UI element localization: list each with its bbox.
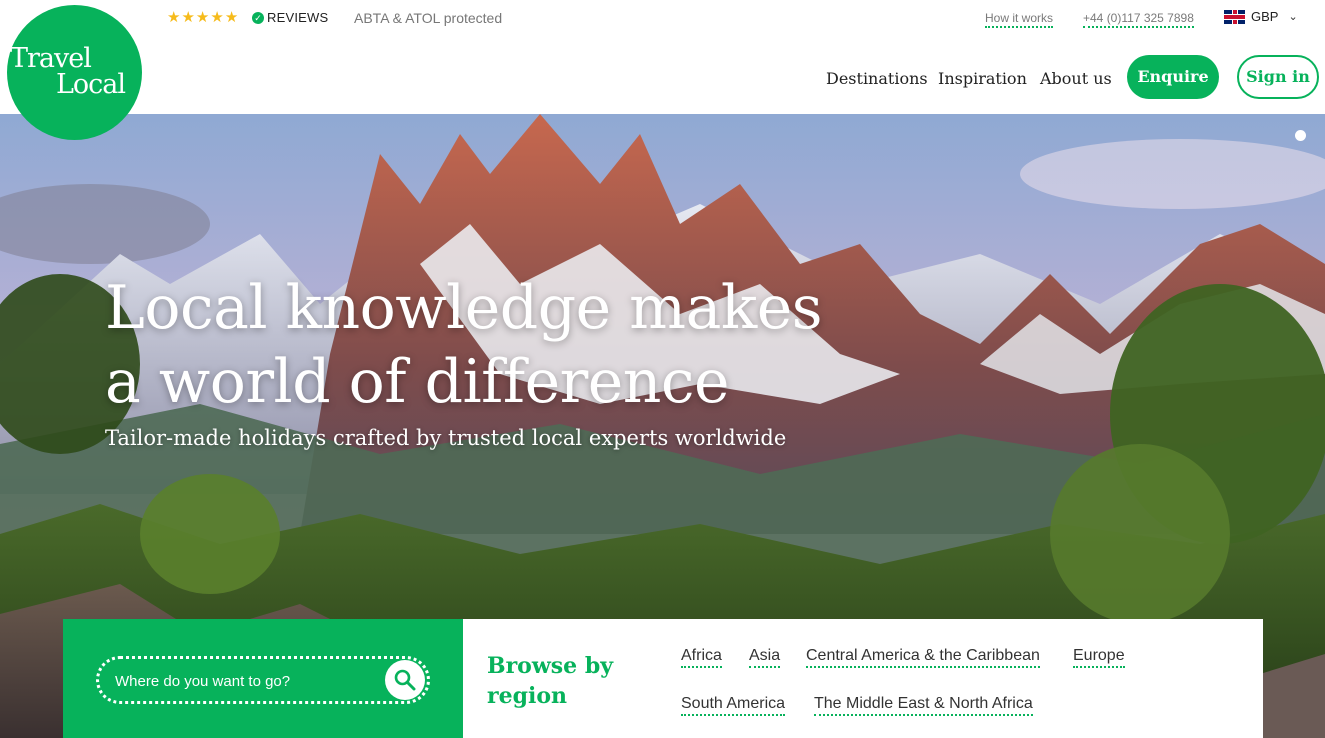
abta-atol-text: ABTA & ATOL protected — [354, 10, 503, 26]
uk-flag-icon — [1224, 9, 1245, 24]
rating-stars[interactable]: ★ ★ ★ ★ ★ — [167, 10, 238, 25]
browse-title: Browse by region — [487, 653, 614, 709]
region-link-africa[interactable]: Africa — [681, 647, 722, 668]
star-icon: ★ — [210, 9, 224, 26]
travel-local-logo[interactable]: Travel Local — [7, 5, 142, 140]
phone-link[interactable]: +44 (0)117 325 7898 — [1083, 11, 1194, 28]
hero-title: Local knowledge makes a world of differe… — [105, 271, 1005, 419]
search-icon — [394, 669, 416, 691]
check-star-icon: ✓ — [252, 11, 264, 24]
search-panel — [63, 619, 463, 738]
hero-subtitle: Tailor-made holidays crafted by trusted … — [105, 426, 787, 450]
site-header: ★ ★ ★ ★ ★ ✓ REVIEWS ABTA & ATOL protecte… — [0, 0, 1325, 114]
star-icon: ★ — [167, 9, 181, 26]
search-box — [96, 656, 430, 704]
region-link-europe[interactable]: Europe — [1073, 647, 1125, 668]
star-icon: ★ — [181, 9, 195, 26]
star-icon: ★ — [224, 9, 239, 26]
currency-selector[interactable]: GBP ⌄ — [1224, 9, 1298, 24]
hero-title-line1: Local knowledge makes — [105, 273, 823, 343]
search-button[interactable] — [385, 660, 425, 700]
region-link-middle-east[interactable]: The Middle East & North Africa — [814, 695, 1033, 716]
region-link-central-america[interactable]: Central America & the Caribbean — [806, 647, 1040, 668]
region-link-asia[interactable]: Asia — [749, 647, 781, 668]
reviews-link[interactable]: ✓ REVIEWS — [252, 10, 328, 25]
browse-by-region-panel: Browse by region Africa Asia Central Ame… — [463, 619, 1263, 738]
enquire-button[interactable]: Enquire — [1127, 55, 1219, 99]
star-icon: ★ — [195, 9, 210, 26]
currency-label: GBP — [1251, 9, 1279, 24]
hero-title-line2: a world of difference — [105, 347, 730, 417]
reviews-label: REVIEWS — [267, 10, 329, 25]
logo-text-line2: Local — [56, 69, 126, 100]
region-link-south-america[interactable]: South America — [681, 695, 786, 716]
sign-in-button[interactable]: Sign in — [1237, 55, 1319, 99]
nav-destinations[interactable]: Destinations — [826, 69, 928, 88]
destination-search-input[interactable] — [115, 670, 375, 692]
carousel-dot[interactable] — [1295, 130, 1306, 141]
nav-about-us[interactable]: About us — [1040, 69, 1112, 88]
nav-inspiration[interactable]: Inspiration — [938, 69, 1027, 88]
logo-text-line1: Travel — [10, 43, 92, 74]
how-it-works-link[interactable]: How it works — [985, 11, 1054, 28]
chevron-down-icon: ⌄ — [1288, 11, 1298, 23]
